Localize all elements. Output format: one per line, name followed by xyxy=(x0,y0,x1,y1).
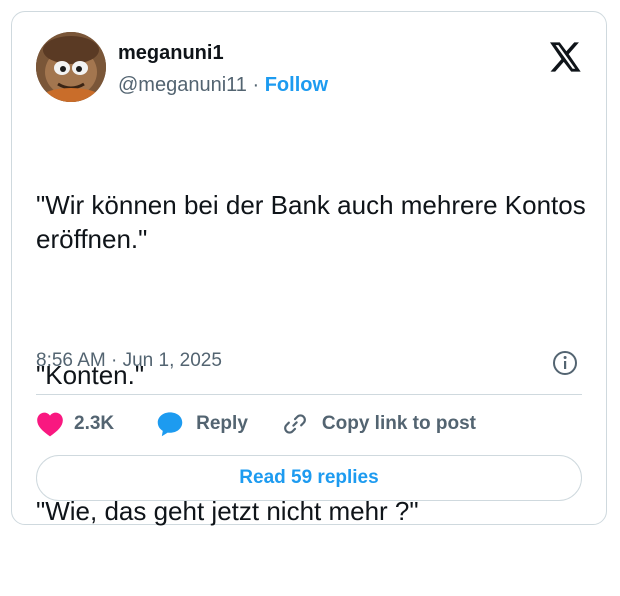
link-icon xyxy=(282,411,308,437)
follow-button[interactable]: Follow xyxy=(265,74,328,96)
action-bar: 2.3K Reply Copy link to post xyxy=(36,410,476,438)
reply-bubble-icon xyxy=(156,411,184,437)
x-logo-icon[interactable] xyxy=(550,42,582,72)
reply-label: Reply xyxy=(196,413,248,434)
copy-link-button[interactable]: Copy link to post xyxy=(282,411,476,437)
read-replies-button[interactable]: Read 59 replies xyxy=(36,455,582,501)
reply-button[interactable]: Reply xyxy=(156,411,248,437)
info-icon[interactable] xyxy=(552,350,578,376)
tweet-line: "Wir können bei der Bank auch mehrere Ko… xyxy=(36,190,593,254)
like-count: 2.3K xyxy=(74,413,115,434)
tweet-card: meganuni1 @meganuni11 · Follow "Wir könn… xyxy=(11,11,607,526)
author-name[interactable]: meganuni1 xyxy=(118,42,224,65)
copy-link-label: Copy link to post xyxy=(321,413,476,434)
separator-dot: · xyxy=(252,74,260,96)
divider xyxy=(36,394,582,395)
avatar[interactable] xyxy=(36,32,106,102)
like-button[interactable]: 2.3K xyxy=(36,411,114,437)
author-handle[interactable]: @meganuni11 xyxy=(118,74,247,96)
timestamp[interactable]: 8:56 AM · Jun 1, 2025 xyxy=(36,350,222,372)
author-handle-row: @meganuni11 · Follow xyxy=(118,74,328,97)
heart-icon xyxy=(36,411,64,437)
